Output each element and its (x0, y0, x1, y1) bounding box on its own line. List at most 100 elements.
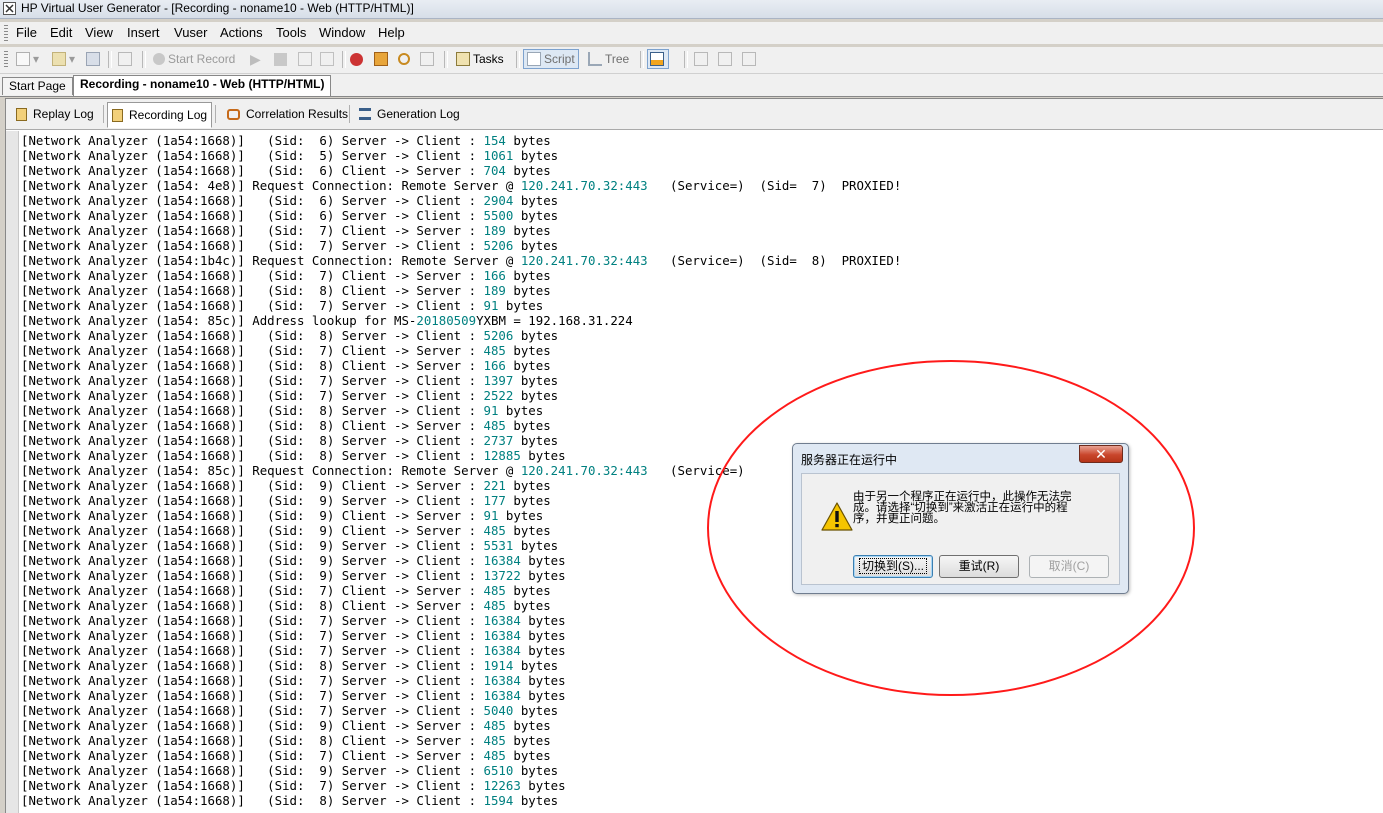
log-tail: bytes (520, 553, 566, 568)
log-message: (Sid: 7) Client -> Server : (244, 268, 484, 283)
log-message: (Sid: 9) Client -> Server : (244, 508, 484, 523)
cut-button[interactable] (118, 49, 132, 69)
output-pane-toggle[interactable] (647, 49, 669, 69)
log-source: [Network Analyzer (1a54:1668)] (21, 388, 245, 403)
log-source: [Network Analyzer (1a54:1668)] (21, 778, 245, 793)
debug-button[interactable] (320, 49, 334, 69)
menu-window[interactable]: Window (319, 25, 365, 40)
tab-generation-log[interactable]: Generation Log (355, 103, 464, 125)
log-tail: bytes (520, 628, 566, 643)
log-value: 5500 (483, 208, 514, 223)
log-line: [Network Analyzer (1a54:1668)] (Sid: 6) … (21, 163, 901, 178)
find-button[interactable] (398, 49, 410, 69)
log-message: Request Connection: Remote Server @ (244, 253, 521, 268)
step-icon (298, 52, 312, 66)
log-source: [Network Analyzer (1a54: 85c)] (21, 463, 245, 478)
log-value: 189 (483, 283, 506, 298)
tab-recording-log[interactable]: Recording Log (107, 102, 213, 128)
start-record-button[interactable]: Start Record (153, 49, 235, 69)
script-icon (527, 52, 541, 66)
open-button[interactable]: ▾ (52, 49, 75, 69)
tab-recording[interactable]: Recording - noname10 - Web (HTTP/HTML) (73, 75, 332, 96)
toggle-breakpoint-button[interactable] (350, 49, 363, 69)
layout-button[interactable] (742, 49, 756, 69)
menu-view[interactable]: View (85, 25, 113, 40)
log-value: 91 (483, 298, 499, 313)
step-button[interactable] (298, 49, 312, 69)
log-line: [Network Analyzer (1a54:1668)] (Sid: 7) … (21, 673, 901, 688)
log-message: (Sid: 8) Server -> Client : (244, 433, 484, 448)
correlation-results-label: Correlation Results (246, 107, 349, 121)
log-line: [Network Analyzer (1a54:1668)] (Sid: 7) … (21, 688, 901, 703)
tab-correlation-results[interactable]: Correlation Results (223, 103, 352, 125)
start-record-label: Start Record (168, 52, 236, 66)
log-value: 485 (483, 748, 506, 763)
log-value: 5040 (483, 703, 514, 718)
log-source: [Network Analyzer (1a54:1b4c)] (21, 253, 245, 268)
log-message: (Sid: 9) Server -> Client : (244, 553, 484, 568)
log-line: [Network Analyzer (1a54:1668)] (Sid: 8) … (21, 733, 901, 748)
log-tail: bytes (505, 418, 551, 433)
log-value: 2904 (483, 193, 514, 208)
log-tail: bytes (513, 703, 559, 718)
search-icon (398, 53, 410, 65)
menu-insert[interactable]: Insert (127, 25, 160, 40)
log-message: Request Connection: Remote Server @ (244, 463, 521, 478)
run-time-settings-button[interactable] (374, 49, 388, 69)
log-message: (Sid: 7) Server -> Client : (244, 778, 484, 793)
compare-button[interactable] (718, 49, 732, 69)
title-bar: HP Virtual User Generator - [Recording -… (0, 0, 1383, 19)
view-button[interactable] (420, 49, 434, 69)
menu-edit[interactable]: Edit (50, 25, 72, 40)
log-value: 154 (483, 133, 506, 148)
tab-start-page[interactable]: Start Page (2, 77, 73, 95)
log-message: (Sid: 7) Server -> Client : (244, 373, 484, 388)
script-view-button[interactable]: Script (523, 49, 579, 69)
log-value: 1594 (483, 793, 514, 808)
run-button[interactable]: ▶ (250, 49, 261, 69)
log-value: 12263 (483, 778, 521, 793)
log-icon (112, 108, 123, 122)
log-message: (Sid: 8) Server -> Client : (244, 793, 484, 808)
log-source: [Network Analyzer (1a54:1668)] (21, 298, 245, 313)
menu-help[interactable]: Help (378, 25, 405, 40)
recording-log-label: Recording Log (129, 108, 208, 122)
new-script-button[interactable]: ▾ (16, 49, 39, 69)
tab-replay-log[interactable]: Replay Log (12, 103, 98, 125)
dialog-close-button[interactable]: ✕ (1079, 445, 1123, 463)
retry-button[interactable]: 重试(R) (939, 555, 1019, 578)
pause-button[interactable] (274, 49, 287, 69)
log-source: [Network Analyzer (1a54:1668)] (21, 268, 245, 283)
log-message: (Sid: 7) Server -> Client : (244, 388, 484, 403)
server-busy-dialog: 服务器正在运行中 ✕ 由于另一个程序正在运行中，此操作无法完 成。请选择“切换到… (792, 443, 1129, 594)
log-line: [Network Analyzer (1a54:1668)] (Sid: 7) … (21, 298, 901, 313)
log-value: 16384 (483, 613, 521, 628)
log-value: 177 (483, 493, 506, 508)
stop-icon (274, 52, 287, 66)
log-source: [Network Analyzer (1a54:1668)] (21, 688, 245, 703)
menu-file[interactable]: File (16, 25, 37, 40)
log-tail: bytes (498, 508, 544, 523)
menu-tools[interactable]: Tools (276, 25, 306, 40)
log-message: (Sid: 9) Server -> Client : (244, 493, 484, 508)
log-tail: bytes (505, 163, 551, 178)
log-line: [Network Analyzer (1a54:1668)] (Sid: 5) … (21, 148, 901, 163)
log-source: [Network Analyzer (1a54:1668)] (21, 553, 245, 568)
log-source: [Network Analyzer (1a54:1668)] (21, 328, 245, 343)
switch-to-button[interactable]: 切换到(S)... (853, 555, 933, 578)
log-value: 91 (483, 403, 499, 418)
tasks-button[interactable]: Tasks (456, 49, 504, 69)
menu-actions[interactable]: Actions (220, 25, 263, 40)
log-message: (Sid: 6) Server -> Client : (244, 193, 484, 208)
log-line: [Network Analyzer (1a54:1668)] (Sid: 6) … (21, 193, 901, 208)
menu-vuser[interactable]: Vuser (174, 25, 207, 40)
log-source: [Network Analyzer (1a54:1668)] (21, 493, 245, 508)
log-value: 2737 (483, 433, 514, 448)
tree-view-button[interactable]: Tree (588, 49, 629, 69)
log-value: 221 (483, 478, 506, 493)
snapshot-button[interactable] (694, 49, 708, 69)
log-message: (Sid: 8) Server -> Client : (244, 403, 484, 418)
log-tail: bytes (520, 568, 566, 583)
windows-icon (420, 52, 434, 66)
save-button[interactable] (86, 49, 100, 69)
